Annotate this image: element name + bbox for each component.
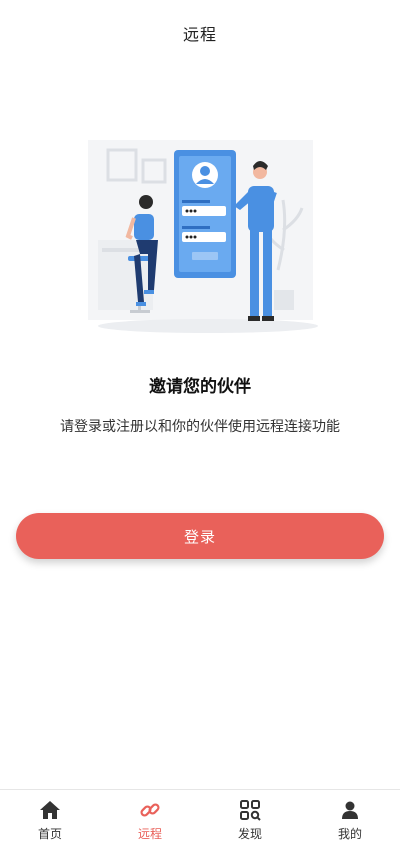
grid-search-icon bbox=[240, 800, 261, 821]
page-title: 远程 bbox=[182, 25, 217, 44]
link-icon bbox=[140, 803, 160, 817]
tab-mine[interactable]: 我的 bbox=[300, 790, 400, 847]
home-icon bbox=[40, 801, 60, 819]
invite-heading: 邀请您的伙伴 bbox=[149, 377, 251, 397]
header: 远程 bbox=[0, 0, 400, 66]
tab-home[interactable]: 首页 bbox=[0, 790, 100, 847]
tab-home-label: 首页 bbox=[37, 827, 62, 841]
invite-partner-illustration bbox=[88, 140, 318, 333]
user-icon bbox=[342, 801, 358, 819]
bottom-tab-bar: 首页 远程 发现 我的 bbox=[0, 789, 400, 847]
tab-remote[interactable]: 远程 bbox=[100, 790, 200, 847]
remote-screen: 远程 邀请您的伙伴 请登录或注册以和你的伙伴使用远程连接功能 登录 首页 远程 … bbox=[0, 0, 400, 847]
invite-subtitle: 请登录或注册以和你的伙伴使用远程连接功能 bbox=[60, 419, 340, 435]
tab-discover-label: 发现 bbox=[237, 827, 262, 841]
tab-remote-label: 远程 bbox=[137, 827, 162, 841]
tab-discover[interactable]: 发现 bbox=[200, 790, 300, 847]
tab-mine-label: 我的 bbox=[337, 827, 362, 841]
login-button[interactable]: 登录 bbox=[16, 513, 384, 559]
